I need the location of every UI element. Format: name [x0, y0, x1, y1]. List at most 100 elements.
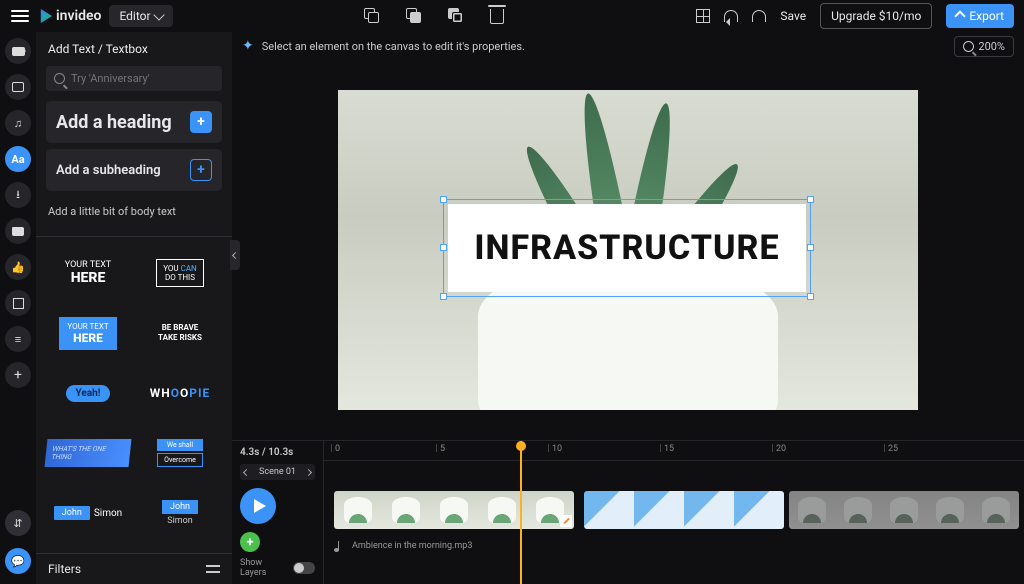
ruler-tick: 15 [660, 444, 674, 452]
preset-p4[interactable]: BE BRAVETAKE RISKS [138, 307, 222, 359]
resize-handle-tr[interactable] [807, 196, 814, 203]
add-heading[interactable]: Add a heading + [46, 101, 222, 143]
zoom-icon [963, 41, 974, 52]
audio-track[interactable]: Ambience in the morning.mp3 [324, 541, 1024, 551]
trash-icon[interactable] [490, 9, 504, 24]
ruler-tick: 5 [436, 444, 445, 452]
magic-wand-icon: ✦ [242, 38, 254, 54]
menu-icon[interactable] [10, 6, 30, 26]
export-icon [955, 10, 966, 21]
save-button[interactable]: Save [780, 9, 806, 23]
left-rail: ♫ Aa ⭳ 👍 ≡ + ⇵ 💬 [0, 32, 36, 584]
divider [36, 236, 232, 237]
layers-back-icon[interactable] [448, 8, 464, 24]
undo-icon[interactable] [724, 10, 738, 22]
preset-p8[interactable]: We shallOvercome [138, 427, 222, 479]
scene-selector[interactable]: Scene 01 [240, 464, 315, 480]
play-button[interactable] [240, 488, 276, 524]
rail-layout-icon[interactable] [5, 290, 31, 316]
brand-logo[interactable]: invideo [38, 8, 101, 24]
chevron-down-icon [153, 9, 164, 20]
timeline-ruler[interactable]: 0 5 10 15 20 25 [324, 441, 1024, 461]
rail-image-icon[interactable] [5, 74, 31, 100]
ruler-tick: 0 [331, 444, 340, 452]
selection-outline [443, 199, 811, 297]
search-input[interactable] [71, 72, 214, 85]
filters-label: Filters [48, 562, 81, 576]
sliders-icon [206, 563, 220, 575]
panel-breadcrumb: Add Text / Textbox [36, 32, 232, 66]
next-scene-icon[interactable] [305, 468, 312, 475]
resize-handle-ml[interactable] [440, 244, 447, 251]
canvas[interactable]: INFRASTRUCTURE [338, 90, 918, 410]
resize-handle-mr[interactable] [807, 244, 814, 251]
workspace: ✦ Select an element on the canvas to edi… [232, 32, 1024, 584]
copy-icon[interactable] [364, 8, 380, 24]
timeline-clip-1[interactable] [334, 491, 574, 529]
panel-collapse-handle[interactable] [230, 240, 240, 270]
preset-grid: YOUR TEXTHERE YOU CAN DO THIS YOUR TEXTH… [46, 247, 222, 539]
layers-front-icon[interactable] [406, 8, 422, 24]
preset-p2[interactable]: YOU CAN DO THIS [138, 247, 222, 299]
rail-music-icon[interactable]: ♫ [5, 110, 31, 136]
rail-text-icon[interactable]: Aa [5, 146, 31, 172]
music-note-icon [338, 541, 346, 551]
filters-toggle[interactable]: Filters [36, 553, 232, 584]
rail-video-icon[interactable] [5, 38, 31, 64]
preset-p7[interactable]: WHAT'S THE ONE THING [46, 427, 130, 479]
resize-handle-bl[interactable] [440, 293, 447, 300]
preset-p10[interactable]: JohnSimon [138, 487, 222, 539]
clip-edit-icon[interactable] [560, 515, 572, 527]
rail-share-icon[interactable]: ⇵ [5, 510, 31, 536]
preset-p3[interactable]: YOUR TEXTHERE [46, 307, 130, 359]
upgrade-button[interactable]: Upgrade $10/mo [820, 3, 932, 29]
rail-download-icon[interactable]: ⭳ [5, 182, 31, 208]
timeline-clip-2[interactable] [584, 491, 784, 529]
resize-handle-br[interactable] [807, 293, 814, 300]
redo-icon[interactable] [752, 10, 766, 22]
export-label: Export [969, 9, 1004, 23]
ruler-tick: 10 [548, 444, 562, 452]
audio-filename: Ambience in the morning.mp3 [352, 541, 472, 551]
brand-name: invideo [56, 8, 101, 24]
add-subheading-label: Add a subheading [56, 163, 161, 178]
add-subheading-plus-icon[interactable]: + [190, 159, 212, 181]
add-body-text[interactable]: Add a little bit of body text [46, 197, 222, 230]
preset-p6[interactable]: WHOOPIE [138, 367, 222, 419]
add-scene-button[interactable]: + [240, 532, 260, 552]
preset-search[interactable] [46, 66, 222, 91]
add-heading-label: Add a heading [56, 112, 172, 133]
add-heading-plus-icon[interactable]: + [190, 111, 212, 133]
search-icon [54, 73, 65, 84]
show-layers-toggle[interactable]: Show Layers [240, 558, 315, 578]
rail-add-icon[interactable]: + [5, 362, 31, 388]
rail-audio-wave-icon[interactable]: ≡ [5, 326, 31, 352]
snap-grid-icon[interactable] [696, 9, 710, 23]
rail-chat-icon[interactable]: 💬 [5, 548, 31, 574]
timeline-tracks[interactable]: 0 5 10 15 20 25 [324, 441, 1024, 584]
text-panel: Add Text / Textbox Add a heading + Add a… [36, 32, 232, 584]
editor-dropdown-label: Editor [119, 9, 150, 23]
preset-p5[interactable]: Yeah! [46, 367, 130, 419]
add-subheading[interactable]: Add a subheading + [46, 149, 222, 191]
resize-handle-tl[interactable] [440, 196, 447, 203]
export-button[interactable]: Export [946, 4, 1014, 28]
timeline-time: 4.3s / 10.3s [240, 447, 315, 458]
preset-p9[interactable]: JohnSimon [46, 487, 130, 539]
show-layers-label: Show Layers [240, 558, 287, 578]
rail-folder-icon[interactable] [5, 218, 31, 244]
rail-thumbs-up-icon[interactable]: 👍 [5, 254, 31, 280]
selected-text-element[interactable]: INFRASTRUCTURE [448, 204, 806, 292]
prev-scene-icon[interactable] [243, 468, 250, 475]
zoom-control[interactable]: 200% [954, 36, 1014, 57]
editor-dropdown[interactable]: Editor [109, 5, 172, 27]
timeline-clip-3[interactable] [789, 491, 1019, 529]
ruler-tick: 20 [772, 444, 786, 452]
preset-p1[interactable]: YOUR TEXTHERE [46, 247, 130, 299]
zoom-value: 200% [978, 40, 1005, 53]
chevron-left-icon [231, 251, 238, 258]
playhead[interactable] [520, 441, 522, 584]
scene-label: Scene 01 [253, 467, 302, 477]
logo-mark-icon [38, 9, 52, 23]
toggle-switch[interactable] [293, 562, 315, 574]
